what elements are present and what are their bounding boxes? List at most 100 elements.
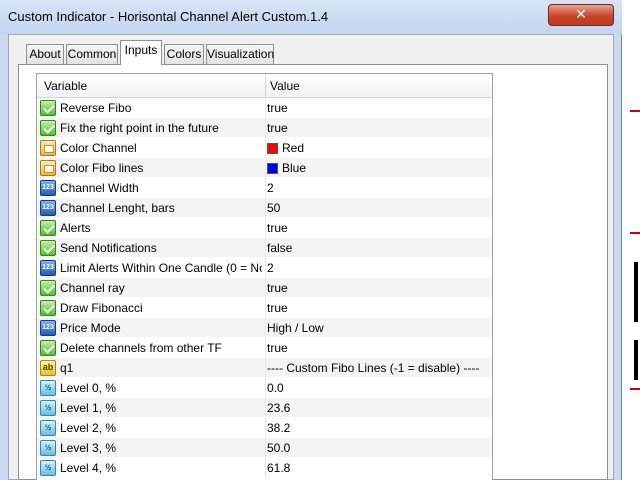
cell-divider: [265, 358, 266, 378]
parameter-name: Limit Alerts Within One Candle (0 = No L…: [60, 261, 262, 275]
table-row[interactable]: Draw Fibonacci true: [37, 298, 492, 318]
parameter-value[interactable]: 50: [267, 198, 280, 218]
cell-divider: [265, 458, 266, 478]
title-bar[interactable]: Custom Indicator - Horisontal Channel Al…: [0, 0, 622, 34]
chart-price-tick: [630, 110, 640, 112]
close-button[interactable]: ✕: [548, 4, 614, 26]
table-row[interactable]: ½ Level 4, % 61.8: [37, 458, 492, 478]
tab-about[interactable]: About: [26, 44, 64, 64]
parameter-name: Draw Fibonacci: [60, 301, 143, 315]
table-row[interactable]: Fix the right point in the future true: [37, 118, 492, 138]
table-row[interactable]: ½ Level 2, % 38.2: [37, 418, 492, 438]
parameter-value[interactable]: true: [267, 298, 288, 318]
parameter-value[interactable]: 2: [267, 178, 274, 198]
parameter-name: Level 1, %: [60, 401, 117, 415]
chart-price-tick: [630, 232, 640, 234]
column-header-value[interactable]: Value: [270, 74, 300, 97]
window-title: Custom Indicator - Horisontal Channel Al…: [8, 9, 329, 24]
chart-candle: [634, 340, 638, 380]
parameter-value[interactable]: true: [267, 218, 288, 238]
parameter-value-text: 23.6: [267, 401, 291, 415]
parameter-value[interactable]: 0.0: [267, 378, 284, 398]
cell-divider: [265, 198, 266, 218]
tab-common[interactable]: Common: [66, 44, 118, 64]
parameter-value[interactable]: 50.0: [267, 438, 290, 458]
boolean-param-icon: [40, 300, 56, 316]
parameter-name: Reverse Fibo: [60, 101, 132, 115]
column-header-variable[interactable]: Variable: [44, 74, 87, 97]
parameter-value-text: 61.8: [267, 461, 291, 475]
parameter-value[interactable]: High / Low: [267, 318, 324, 338]
table-row[interactable]: ½ Level 0, % 0.0: [37, 378, 492, 398]
table-row[interactable]: Color Fibo lines Blue: [37, 158, 492, 178]
cell-divider: [265, 138, 266, 158]
inputs-grid: Variable Value Reverse Fibo true Fix the r…: [36, 73, 493, 480]
table-row[interactable]: 123 Price Mode High / Low: [37, 318, 492, 338]
parameter-name: q1: [60, 361, 74, 375]
table-row[interactable]: Reverse Fibo true: [37, 98, 492, 118]
column-divider[interactable]: [265, 74, 266, 97]
parameter-name: Channel ray: [60, 281, 125, 295]
parameter-value-text: 2: [267, 261, 274, 275]
parameter-value[interactable]: false: [267, 238, 292, 258]
table-row[interactable]: ab q1 ---- Custom Fibo Lines (-1 = disable…: [37, 358, 492, 378]
tab-inputs[interactable]: Inputs: [120, 40, 162, 65]
table-row[interactable]: ½ Level 1, % 23.6: [37, 398, 492, 418]
integer-param-icon: 123: [40, 180, 56, 196]
table-row[interactable]: Channel ray true: [37, 278, 492, 298]
chart-price-tick: [630, 388, 640, 390]
parameter-value[interactable]: 61.8: [267, 458, 290, 478]
parameter-value[interactable]: Red: [267, 138, 304, 158]
parameter-value[interactable]: Blue: [267, 158, 306, 178]
parameter-value[interactable]: 23.6: [267, 398, 290, 418]
parameter-value[interactable]: ---- Custom Fibo Lines (-1 = disable) --…: [267, 358, 479, 378]
parameter-name: Channel Lenght, bars: [60, 201, 175, 215]
boolean-param-icon: [40, 340, 56, 356]
table-row[interactable]: Send Notifications false: [37, 238, 492, 258]
table-row[interactable]: Alerts true: [37, 218, 492, 238]
parameter-value-text: true: [267, 101, 288, 115]
parameter-value[interactable]: true: [267, 98, 288, 118]
parameter-value-text: false: [267, 241, 293, 255]
parameter-name: Send Notifications: [60, 241, 157, 255]
grid-header: Variable Value: [37, 74, 492, 98]
cell-divider: [265, 258, 266, 278]
tab-colors[interactable]: Colors: [164, 44, 204, 64]
parameter-value[interactable]: 2: [267, 258, 274, 278]
integer-param-icon: 123: [40, 320, 56, 336]
table-row[interactable]: ½ Level 3, % 50.0: [37, 438, 492, 458]
parameter-name: Level 3, %: [60, 441, 117, 455]
boolean-param-icon: [40, 220, 56, 236]
cell-divider: [265, 158, 266, 178]
table-row[interactable]: 123 Channel Lenght, bars 50: [37, 198, 492, 218]
cell-divider: [265, 278, 266, 298]
parameter-name: Fix the right point in the future: [60, 121, 219, 135]
parameter-value-text: 38.2: [267, 421, 291, 435]
color-param-icon: [40, 160, 56, 176]
table-row[interactable]: Delete channels from other TF true: [37, 338, 492, 358]
parameter-value[interactable]: 38.2: [267, 418, 290, 438]
cell-divider: [265, 418, 266, 438]
tab-visualization[interactable]: Visualization: [206, 44, 274, 64]
integer-param-icon: 123: [40, 260, 56, 276]
color-swatch: [267, 143, 278, 154]
cell-divider: [265, 398, 266, 418]
cell-divider: [265, 178, 266, 198]
table-row[interactable]: 123 Channel Width 2: [37, 178, 492, 198]
cell-divider: [265, 98, 266, 118]
table-row[interactable]: 123 Limit Alerts Within One Candle (0 = N…: [37, 258, 492, 278]
double-param-icon: ½: [40, 380, 56, 396]
parameter-value[interactable]: true: [267, 338, 288, 358]
boolean-param-icon: [40, 240, 56, 256]
double-param-icon: ½: [40, 440, 56, 456]
parameter-value[interactable]: true: [267, 278, 288, 298]
cell-divider: [265, 438, 266, 458]
cell-divider: [265, 118, 266, 138]
parameter-value-text: true: [267, 281, 288, 295]
parameter-value-text: High / Low: [267, 321, 324, 335]
double-param-icon: ½: [40, 460, 56, 476]
parameter-name: Level 4, %: [60, 461, 117, 475]
parameter-value-text: 0.0: [267, 381, 284, 395]
table-row[interactable]: Color Channel Red: [37, 138, 492, 158]
parameter-value[interactable]: true: [267, 118, 288, 138]
